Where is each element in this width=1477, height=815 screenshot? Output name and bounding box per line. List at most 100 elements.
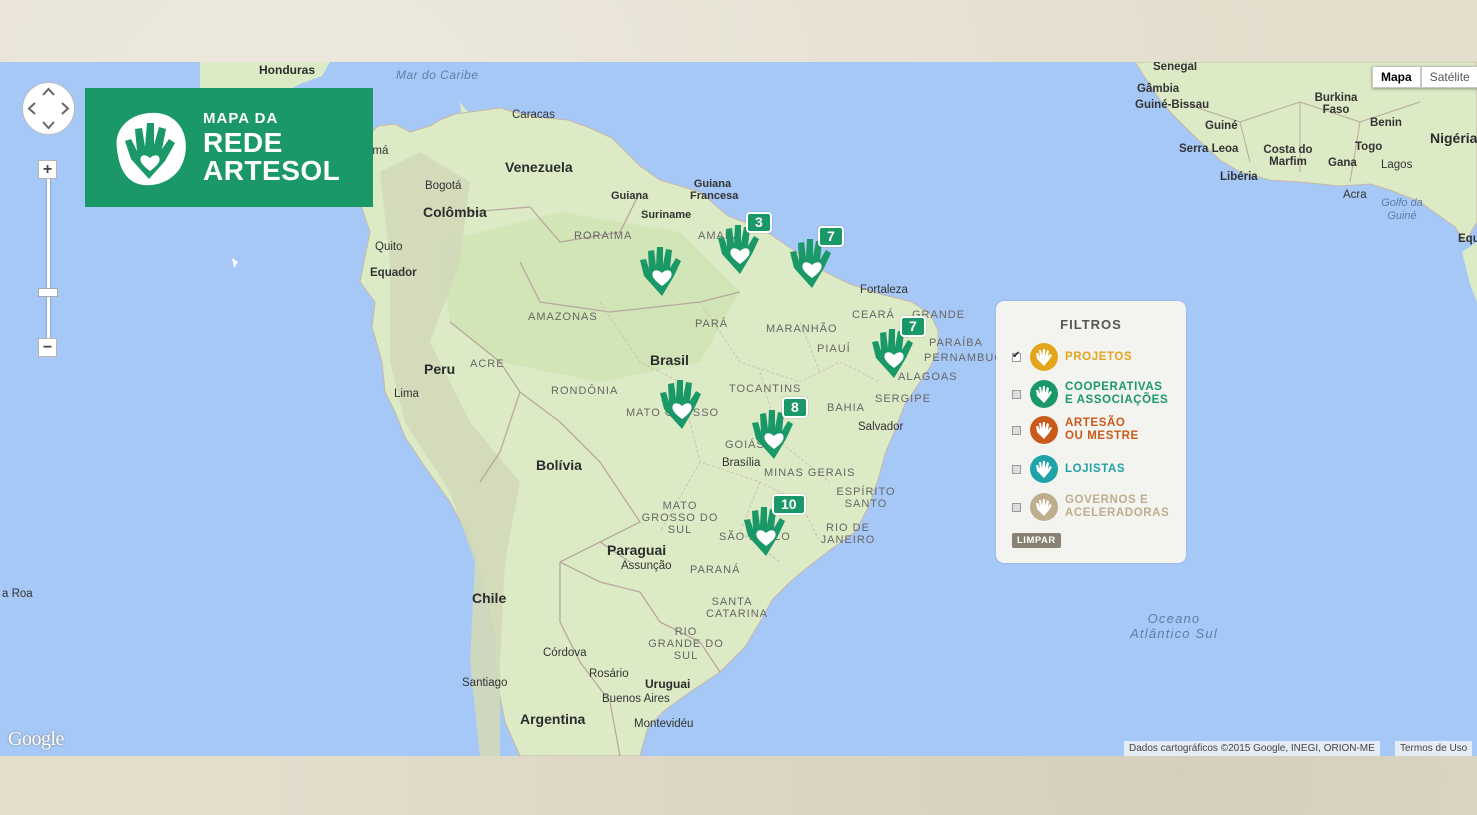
label-espirito-santo: ESPÍRITO SANTO	[836, 486, 896, 510]
label-tocantins: TOCANTINS	[729, 383, 802, 395]
label-rio-grande-do-sul: RIO GRANDE DO SUL	[648, 626, 724, 662]
filter-artesao-checkbox[interactable]	[1012, 425, 1021, 435]
marker-count-badge: 8	[782, 397, 808, 418]
filter-governos-label: GOVERNOS E ACELERADORAS	[1065, 494, 1170, 519]
label-santa-catarina: SANTA CATARINA	[706, 596, 768, 620]
marker-nordeste[interactable]: 7	[866, 316, 926, 380]
label-quito: Quito	[375, 241, 403, 253]
label-para: PARÁ	[695, 318, 729, 330]
label-guiana: Guiana	[611, 190, 649, 202]
filter-cooperativas-checkbox[interactable]	[1012, 389, 1021, 399]
label-paraiba: PARAÍBA	[929, 337, 983, 349]
map-type-control: Mapa Satélite	[1372, 66, 1477, 88]
label-santiago: Santiago	[462, 677, 508, 689]
label-benin: Benin	[1370, 117, 1402, 129]
filter-projetos[interactable]: PROJETOS	[1012, 343, 1132, 371]
label-montevideu: Montevidéu	[634, 718, 694, 730]
marker-count-badge: 10	[772, 494, 806, 515]
filter-cooperativas[interactable]: COOPERATIVAS E ASSOCIAÇÕES	[1012, 380, 1168, 408]
logo-rede-artesol[interactable]: MAPA DA REDE ARTESOL	[85, 88, 373, 207]
label-oceano: Oceano Atlântico Sul	[1130, 611, 1218, 641]
zoom-slider-handle[interactable]	[38, 288, 58, 297]
label-venezuela: Venezuela	[505, 159, 573, 175]
label-honduras: Honduras	[259, 63, 316, 77]
label-mato-grosso-do-sul: MATO GROSSO DO SUL	[641, 500, 719, 536]
filter-projetos-label: PROJETOS	[1065, 350, 1133, 363]
label-amazonas: AMAZONAS	[528, 311, 598, 323]
artesao-hand-icon	[1030, 416, 1058, 444]
marker-sao-paulo[interactable]: 10	[738, 494, 806, 558]
cooperativas-hand-icon	[1030, 380, 1058, 408]
filter-governos-checkbox[interactable]	[1012, 502, 1021, 512]
label-equador: Equador	[370, 267, 417, 279]
marker-amapa[interactable]: 3	[712, 212, 772, 276]
zoom-track[interactable]	[47, 176, 50, 340]
filter-lojistas-checkbox[interactable]	[1012, 464, 1021, 474]
zoom-control[interactable]: + −	[38, 158, 58, 358]
google-logo[interactable]: Google	[8, 728, 64, 751]
label-sergipe: SERGIPE	[875, 393, 931, 405]
label-rio-de-janeiro: RIO DE JANEIRO	[820, 522, 876, 546]
hand-heart-icon	[660, 380, 701, 429]
label-senegal: Senegal	[1153, 62, 1198, 73]
marker-roraima[interactable]	[634, 242, 690, 298]
label-buenos-aires: Buenos Aires	[602, 693, 670, 705]
label-caracas: Caracas	[512, 109, 555, 121]
marker-count-badge: 7	[900, 316, 926, 337]
filter-lojistas[interactable]: LOJISTAS	[1012, 455, 1125, 483]
label-roraima: RORAIMA	[574, 230, 633, 242]
label-piaui: PIAUÍ	[817, 343, 851, 355]
label-brasil: Brasil	[650, 352, 689, 368]
filter-governos[interactable]: GOVERNOS E ACELERADORAS	[1012, 493, 1169, 521]
filters-panel: FILTROS PROJETOS COOPERATIVASE ASSOCIAÇÕ…	[996, 301, 1186, 563]
label-rondonia: RONDÔNIA	[551, 385, 619, 397]
label-gana: Gana	[1328, 157, 1357, 169]
pan-control[interactable]	[21, 81, 76, 136]
label-minas-gerais: MINAS GERAIS	[764, 467, 856, 479]
label-argentina: Argentina	[520, 711, 586, 727]
label-peru: Peru	[424, 361, 456, 377]
label-liberia: Libéria	[1220, 171, 1258, 183]
marker-goias[interactable]: 8	[746, 397, 808, 461]
marker-para-coast[interactable]: 7	[784, 226, 844, 290]
label-fortaleza: Fortaleza	[860, 284, 908, 296]
filter-projetos-checkbox[interactable]	[1012, 350, 1021, 362]
label-guine-bissau: Guiné-Bissau	[1135, 99, 1210, 111]
label-parana: PARANÁ	[690, 564, 741, 576]
zoom-in-button[interactable]: +	[38, 160, 57, 179]
map-type-satellite-button[interactable]: Satélite	[1420, 66, 1477, 88]
label-paraguai: Paraguai	[607, 542, 667, 558]
filter-artesao[interactable]: ARTESÃO OU MESTRE	[1012, 416, 1139, 444]
logo-line-1: MAPA DA	[203, 109, 279, 127]
label-colombia: Colômbia	[423, 204, 487, 220]
label-costa-do-marfim: Costa do Marfim	[1263, 144, 1313, 168]
logo-line-2: REDE	[203, 126, 283, 158]
terms-of-use-link[interactable]: Termos de Uso	[1395, 741, 1473, 756]
label-guine: Guiné	[1205, 120, 1238, 132]
label-nigeria: Nigéria	[1430, 130, 1477, 146]
map-type-map-button[interactable]: Mapa	[1372, 66, 1421, 88]
map-canvas[interactable]: Honduras Mar do Caribe Caracas Venezuela…	[0, 62, 1477, 756]
label-bahia: BAHIA	[827, 402, 866, 414]
marker-mato-grosso[interactable]	[654, 375, 710, 431]
logo-text: MAPA DA REDE ARTESOL	[203, 111, 340, 185]
label-mar-do-caribe: Mar do Caribe	[396, 68, 479, 82]
label-uruguai: Uruguai	[645, 677, 691, 691]
label-assuncao: Assunção	[621, 560, 672, 572]
label-bogota: Bogotá	[425, 180, 462, 192]
governos-hand-icon	[1030, 493, 1058, 521]
marker-count-badge: 7	[818, 226, 844, 247]
filter-artesao-label: ARTESÃO OU MESTRE	[1065, 417, 1139, 442]
label-bolivia: Bolívia	[536, 457, 582, 473]
logo-line-3: ARTESOL	[203, 154, 341, 186]
label-lagos: Lagos	[1381, 159, 1413, 171]
projetos-hand-icon	[1030, 343, 1058, 371]
label-cut-roa: a Roa	[2, 588, 33, 600]
label-suriname: Suriname	[641, 209, 692, 221]
label-chile: Chile	[472, 590, 507, 606]
label-acra: Acra	[1343, 189, 1367, 201]
clear-filters-button[interactable]: LIMPAR	[1012, 533, 1061, 548]
marker-count-badge: 3	[746, 212, 772, 233]
hand-heart-icon	[640, 247, 681, 296]
zoom-out-button[interactable]: −	[38, 338, 57, 357]
